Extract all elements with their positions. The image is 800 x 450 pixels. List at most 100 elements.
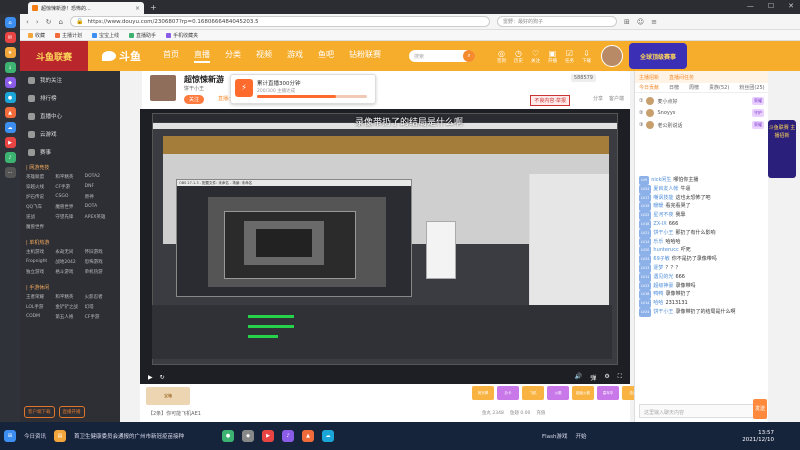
category-item[interactable]: LOL手游 (26, 304, 55, 310)
mail-icon[interactable]: ✉ (4, 32, 16, 43)
app-icon[interactable]: ☁ (322, 430, 335, 442)
forward-icon[interactable]: › (36, 18, 39, 26)
rank-row[interactable]: ② Snoyys 守护 (639, 107, 764, 119)
chat-username[interactable]: 饼干小王 (653, 309, 673, 315)
tab-week[interactable]: 周榜 (689, 84, 699, 91)
minimize-icon[interactable]: — (747, 2, 754, 10)
browser-taskbar-icon[interactable]: ● (222, 430, 235, 442)
recruit-link[interactable]: 主播招新 (639, 74, 659, 81)
nav-cloud-game[interactable]: 云游戏 (20, 125, 120, 143)
category-item[interactable]: 战地2042 (55, 259, 84, 265)
site-search-input[interactable]: 搜索 ⌕ (409, 50, 475, 62)
category-item[interactable]: 王者荣耀 (26, 294, 55, 300)
nav-follow[interactable]: 我的关注 (20, 71, 120, 89)
bookmark-item[interactable]: 主播计划 (55, 32, 82, 39)
chat-username[interactable]: 69子敏 (653, 256, 669, 262)
anchor-avatar[interactable] (150, 75, 176, 101)
news-ticker[interactable]: 首卫生健康委员会通报的广州市新冠疫苗接种 (74, 432, 214, 440)
category-item[interactable]: 第五人格 (55, 314, 84, 320)
chat-username[interactable]: 超级神豪 (653, 283, 673, 289)
chat-username[interactable]: hunterucc (653, 247, 678, 253)
weather-widget[interactable]: 今日资讯 (24, 432, 46, 440)
chat-username[interactable]: 嘲讽技能 (653, 195, 673, 201)
browser-search-input[interactable]: 雷野：最好的狗子 (496, 16, 617, 27)
category-item[interactable]: 魔兽世界 (26, 224, 55, 230)
category-item[interactable]: 永劫无间 (55, 249, 84, 255)
category-item[interactable]: 幻塔 (85, 304, 114, 310)
gift-item[interactable]: 办卡 (497, 386, 519, 400)
chat-username[interactable]: 遇见的光 (653, 274, 673, 280)
nav-video[interactable]: 视频 (256, 49, 272, 63)
follow-list-button[interactable]: ♡ 关注 (531, 49, 540, 64)
chat-username[interactable]: 星河不夜 (653, 212, 673, 218)
maximize-icon[interactable]: ☐ (768, 2, 774, 10)
tab-today[interactable]: 今日贡献 (639, 84, 659, 91)
app-icon[interactable]: ▲ (302, 430, 315, 442)
download-app-button[interactable]: ⇩ 下载 (582, 49, 591, 64)
nav-live-center[interactable]: 直播中心 (20, 107, 120, 125)
settings-icon[interactable]: ⚙ (604, 373, 609, 382)
category-item[interactable]: 单机热游 (85, 269, 114, 275)
cloud-icon[interactable]: ☁ (4, 122, 16, 133)
home-icon[interactable]: ⌂ (4, 17, 16, 28)
category-item[interactable]: 和平精英 (55, 174, 84, 180)
category-item[interactable]: CF手游 (85, 314, 114, 320)
chat-icon[interactable]: ● (4, 92, 16, 103)
follow-button[interactable]: 关注 (184, 95, 205, 104)
game-icon[interactable]: ◆ (4, 77, 16, 88)
rank-row[interactable]: ① 麦小点好 荣耀 (639, 95, 764, 107)
client-button[interactable]: 客户端 (609, 95, 624, 102)
tab-fans[interactable]: 粉丝团(25) (739, 84, 764, 91)
chat-username[interactable]: ZX-IX (653, 221, 666, 227)
treasure-box[interactable]: 宝箱 (146, 387, 190, 405)
flash-game-item[interactable]: Flash游戏 (542, 432, 567, 440)
user-icon[interactable]: ☺ (637, 18, 644, 26)
menu-icon[interactable]: ≡ (651, 18, 657, 26)
promo-badge[interactable]: 全球顶级赛事 (629, 43, 687, 69)
chat-username[interactable]: 夏目友人帐 (653, 186, 678, 192)
chat-username[interactable]: 暖暖 (653, 203, 663, 209)
url-field[interactable]: 🔒 https://www.douyu.com/2306807?rp=0.168… (69, 16, 490, 27)
nav-league[interactable]: 钻粉联赛 (349, 49, 381, 63)
gift-item[interactable]: 火箭 (547, 386, 569, 400)
nav-games[interactable]: 游戏 (287, 49, 303, 63)
history-button[interactable]: ◷ 历史 (514, 49, 523, 64)
chat-username[interactable]: 哈哈 (653, 300, 663, 306)
close-window-icon[interactable]: ✕ (788, 2, 794, 10)
chat-username[interactable]: 乐乐 (653, 239, 663, 245)
checkin-button[interactable]: ◎ 签到 (497, 49, 506, 64)
league-logo[interactable]: 斗鱼联赛 (20, 41, 88, 71)
note-icon[interactable]: ♪ (4, 152, 16, 163)
category-item[interactable]: CF手游 (55, 184, 84, 190)
category-item[interactable]: CSGO (55, 194, 84, 200)
category-item[interactable]: 魔兽世界 (55, 204, 84, 210)
nav-events[interactable]: 赛事 (20, 143, 120, 161)
category-item[interactable]: 火影忍者 (85, 294, 114, 300)
fullscreen-icon[interactable]: ⛶ (618, 373, 622, 382)
room-task-link[interactable]: 直播间任务 (669, 74, 694, 81)
new-tab-icon[interactable]: + (150, 3, 157, 12)
app-icon[interactable]: ♪ (282, 430, 295, 442)
recharge-button[interactable]: 充值 (536, 410, 545, 416)
chat-username[interactable]: nick闲生 (651, 177, 671, 183)
star-icon[interactable]: ★ (4, 47, 16, 58)
gift-item[interactable]: 飞机 (522, 386, 544, 400)
chat-username[interactable]: 逐梦 (653, 265, 663, 271)
nav-ranking[interactable]: 排行榜 (20, 89, 120, 107)
category-item[interactable]: QQ飞车 (26, 204, 55, 210)
nav-category[interactable]: 分类 (225, 49, 241, 63)
bookmark-item[interactable]: 宝宝上线 (92, 32, 119, 39)
user-avatar[interactable] (601, 45, 623, 67)
nav-yuba[interactable]: 鱼吧 (318, 49, 334, 63)
danmaku-icon[interactable]: 弹 (590, 373, 596, 382)
category-item[interactable]: Fropnight (26, 259, 55, 265)
category-item[interactable]: 守望先锋 (55, 214, 84, 220)
category-item[interactable]: 金铲铲之战 (55, 304, 84, 310)
chat-username[interactable]: 饼干小王 (653, 230, 673, 236)
category-item[interactable]: 英雄联盟 (26, 174, 55, 180)
start-icon[interactable]: ⊞ (4, 430, 16, 442)
gift-item[interactable]: 荧光棒 (472, 386, 494, 400)
league-side-badge[interactable]: 斗鱼联赛 主播招新 (768, 120, 796, 178)
category-item[interactable]: DNF (85, 184, 114, 190)
app-icon[interactable]: ◆ (242, 430, 255, 442)
